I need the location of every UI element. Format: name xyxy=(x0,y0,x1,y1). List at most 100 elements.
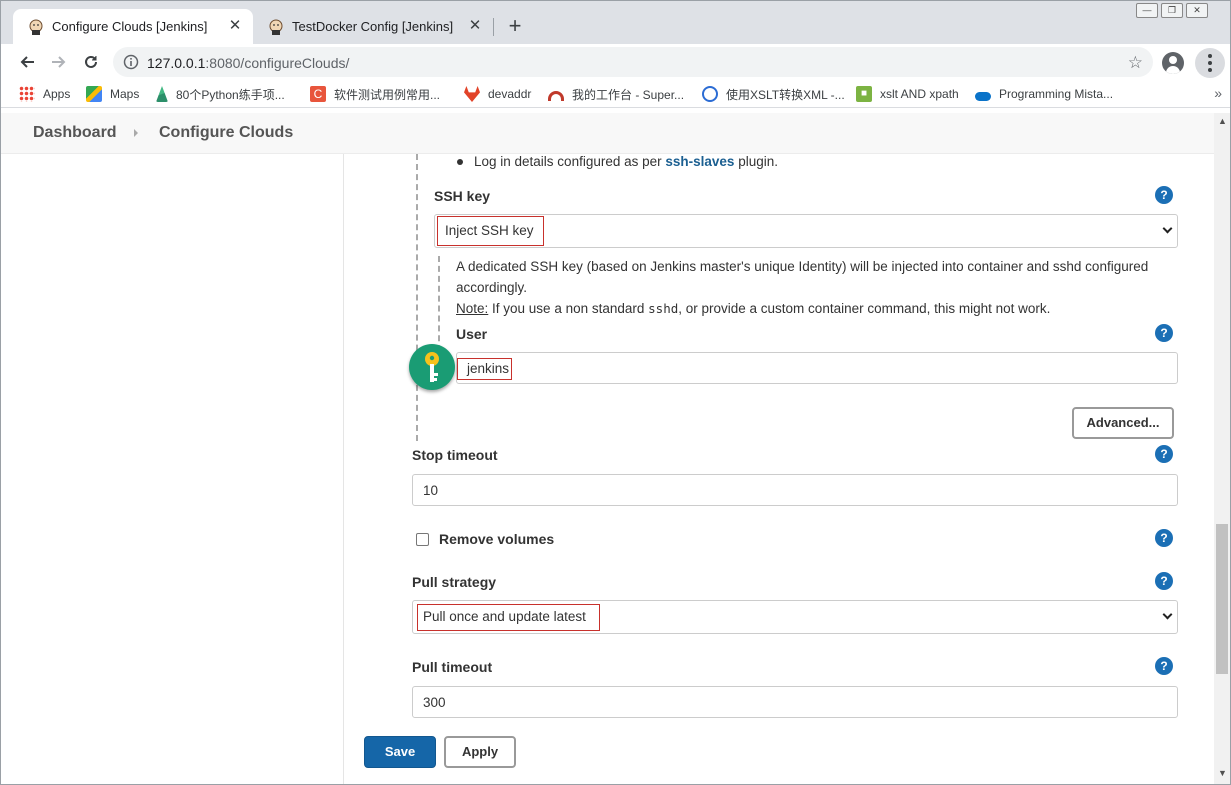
breadcrumb-chevron-icon xyxy=(134,129,138,137)
reload-icon xyxy=(85,55,97,68)
xslt-icon xyxy=(702,86,718,102)
reload-button[interactable] xyxy=(79,50,103,74)
tab-testdocker-config[interactable]: TestDocker Config [Jenkins] ✕ xyxy=(253,9,493,44)
side-panel xyxy=(1,154,344,784)
browser-menu-icon[interactable] xyxy=(1195,48,1225,78)
bookmarks-bar: Apps Maps 80个Python练手项... C 软件测试用例常用... … xyxy=(1,80,1230,108)
breadcrumb: Dashboard Configure Clouds xyxy=(1,113,1214,154)
bookmark-workbench[interactable]: 我的工作台 - Super... xyxy=(548,85,684,103)
chevron-down-icon xyxy=(1162,223,1173,234)
python-project-icon xyxy=(156,86,168,102)
tab-title: TestDocker Config [Jenkins] xyxy=(292,19,454,34)
help-icon[interactable]: ? xyxy=(1155,445,1173,463)
pull-timeout-input[interactable]: 300 xyxy=(412,686,1178,718)
forward-arrow-icon xyxy=(52,56,66,68)
tab-title: Configure Clouds [Jenkins] xyxy=(52,19,208,34)
bookmark-apps[interactable]: Apps xyxy=(19,85,70,103)
help-icon[interactable]: ? xyxy=(1155,572,1173,590)
bookmark-xslt[interactable]: 使用XSLT转换XML -... xyxy=(702,85,845,103)
bookmark-maps[interactable]: Maps xyxy=(86,85,139,103)
ssh-key-label: SSH key xyxy=(434,188,491,204)
pull-timeout-value: 300 xyxy=(423,695,446,710)
site-info-icon[interactable] xyxy=(123,54,139,70)
maps-icon xyxy=(86,86,102,102)
save-button[interactable]: Save xyxy=(364,736,436,768)
bookmarks-overflow-icon[interactable]: » xyxy=(1214,85,1222,101)
apply-button[interactable]: Apply xyxy=(444,736,516,768)
highlight-box xyxy=(437,216,544,246)
tab-separator xyxy=(493,18,494,36)
jenkins-favicon-icon xyxy=(268,19,284,35)
user-input[interactable]: jenkins xyxy=(456,352,1178,384)
jenkins-favicon-icon xyxy=(28,19,44,35)
address-bar[interactable]: 127.0.0.1:8080/configureClouds/ ☆ xyxy=(113,47,1153,77)
bookmark-testing[interactable]: C 软件测试用例常用... xyxy=(310,85,440,103)
forward-button[interactable] xyxy=(47,50,71,74)
note-code: sshd xyxy=(648,301,679,316)
ssh-slaves-link[interactable]: ssh-slaves xyxy=(665,154,734,169)
minimize-button[interactable]: — xyxy=(1136,3,1158,18)
note-suffix: plugin. xyxy=(734,154,778,169)
remove-volumes-label[interactable]: Remove volumes xyxy=(439,531,554,547)
close-window-button[interactable]: ✕ xyxy=(1186,3,1208,18)
advanced-button[interactable]: Advanced... xyxy=(1072,407,1174,439)
tab-strip: Configure Clouds [Jenkins] ✕ TestDocker … xyxy=(1,1,1230,44)
back-button[interactable] xyxy=(15,50,39,74)
scroll-up-arrow-icon[interactable]: ▲ xyxy=(1214,113,1230,129)
breadcrumb-dashboard[interactable]: Dashboard xyxy=(33,124,117,142)
bookmark-label: Programming Mista... xyxy=(999,87,1114,101)
url-text: 127.0.0.1:8080/configureClouds/ xyxy=(147,55,349,71)
xpath-icon: ■ xyxy=(856,86,872,102)
help-icon[interactable]: ? xyxy=(1155,324,1173,342)
url-path: :8080/configureClouds/ xyxy=(205,55,350,71)
new-tab-button[interactable]: + xyxy=(503,15,527,39)
ssh-key-description-text: A dedicated SSH key (based on Jenkins ma… xyxy=(456,259,1149,295)
help-icon[interactable]: ? xyxy=(1155,529,1173,547)
bookmark-label: 软件测试用例常用... xyxy=(334,87,441,102)
close-tab-icon[interactable]: ✕ xyxy=(467,18,483,34)
help-icon[interactable]: ? xyxy=(1155,657,1173,675)
close-tab-icon[interactable]: ✕ xyxy=(227,18,243,34)
bookmark-xpath[interactable]: ■ xslt AND xpath xyxy=(856,85,959,103)
note-prefix: Log in details configured as per xyxy=(474,154,666,169)
bookmark-devaddr[interactable]: devaddr xyxy=(464,85,531,103)
bookmark-label: xslt AND xpath xyxy=(880,87,959,101)
browser-toolbar: 127.0.0.1:8080/configureClouds/ ☆ xyxy=(1,44,1230,80)
url-host: 127.0.0.1 xyxy=(147,55,206,71)
scrollbar-thumb[interactable] xyxy=(1216,524,1228,674)
tab-configure-clouds[interactable]: Configure Clouds [Jenkins] ✕ xyxy=(13,9,253,44)
help-icon[interactable]: ? xyxy=(1155,186,1173,204)
browser-window: { "browser": { "tabs": [ {"title": "Conf… xyxy=(0,0,1231,785)
login-details-note: Log in details configured as per ssh-sla… xyxy=(457,151,778,172)
ssh-key-description: A dedicated SSH key (based on Jenkins ma… xyxy=(456,256,1176,319)
stop-timeout-input[interactable]: 10 xyxy=(412,474,1178,506)
profile-avatar-icon[interactable] xyxy=(1162,52,1184,74)
bookmark-programming[interactable]: Programming Mista... xyxy=(975,85,1113,103)
note-text: If you use a non standard xyxy=(488,301,649,316)
ssh-key-select[interactable]: Inject SSH key xyxy=(434,214,1178,248)
bookmark-label: devaddr xyxy=(488,87,532,101)
bookmark-label: 80个Python练手项... xyxy=(176,87,285,102)
page-scrollbar[interactable] xyxy=(1214,113,1230,784)
bookmark-star-icon[interactable]: ☆ xyxy=(1128,53,1143,73)
cloud-icon xyxy=(975,91,991,101)
bookmark-python[interactable]: 80个Python练手项... xyxy=(156,85,285,103)
stop-timeout-label: Stop timeout xyxy=(412,447,498,463)
restore-button[interactable]: ❐ xyxy=(1161,3,1183,18)
bookmark-label: Maps xyxy=(110,87,140,101)
pull-strategy-label: Pull strategy xyxy=(412,574,497,590)
testing-icon: C xyxy=(310,86,326,102)
gitlab-icon xyxy=(464,86,480,102)
scroll-down-arrow-icon[interactable]: ▼ xyxy=(1214,765,1230,781)
bookmark-label: 我的工作台 - Super... xyxy=(572,87,685,102)
stop-timeout-value: 10 xyxy=(423,483,439,498)
pull-timeout-label: Pull timeout xyxy=(412,659,493,675)
apps-grid-icon xyxy=(19,86,35,102)
note-text: , or provide a custom container command,… xyxy=(678,301,1051,316)
remove-volumes-checkbox[interactable] xyxy=(416,533,429,546)
breadcrumb-configure-clouds[interactable]: Configure Clouds xyxy=(159,124,293,142)
highlight-box xyxy=(457,358,512,380)
chevron-down-icon xyxy=(1162,609,1173,620)
workbench-icon xyxy=(548,91,564,101)
bookmark-label: 使用XSLT转换XML -... xyxy=(726,87,845,102)
